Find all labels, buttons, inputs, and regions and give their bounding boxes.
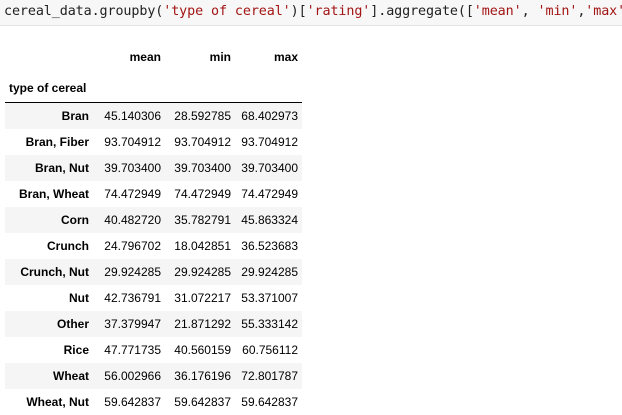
code-cell[interactable]: cereal_data.groupby('type of cereal')['r… xyxy=(0,0,622,26)
cell-mean: 45.140306 xyxy=(104,109,161,123)
table-row: Bran 45.140306 28.592785 68.402973 xyxy=(5,102,302,129)
table-row: Nut 42.736791 31.072217 53.371007 xyxy=(5,285,302,311)
row-label: Other xyxy=(56,317,89,331)
code-prefix: cereal_data.groupby( xyxy=(4,4,164,19)
cell-max: 72.801787 xyxy=(241,369,298,383)
cell-min: 31.072217 xyxy=(174,291,231,305)
cell-min: 74.472949 xyxy=(174,187,231,201)
output-area: mean min max type of cereal Bran 45.14030… xyxy=(5,40,302,415)
code-arg-max: 'max' xyxy=(585,4,622,19)
cell-max: 39.703400 xyxy=(241,161,298,175)
column-header-row: mean min max xyxy=(5,40,302,74)
cell-max: 36.523683 xyxy=(241,239,298,253)
code-arg-column: 'rating' xyxy=(306,4,371,19)
row-label: Crunch xyxy=(47,239,89,253)
cell-min: 18.042851 xyxy=(174,239,231,253)
cell-mean: 93.704912 xyxy=(104,135,161,149)
cell-mean: 74.472949 xyxy=(104,187,161,201)
cell-mean: 37.379947 xyxy=(104,317,161,331)
row-label: Corn xyxy=(61,213,89,227)
index-name-row: type of cereal xyxy=(5,74,302,103)
cell-min: 36.176196 xyxy=(174,369,231,383)
column-header: max xyxy=(273,50,298,64)
cell-min: 29.924285 xyxy=(174,265,231,279)
index-blank xyxy=(95,74,165,103)
cell-max: 29.924285 xyxy=(241,265,298,279)
cell-min: 35.782791 xyxy=(174,213,231,227)
cell-max: 60.756112 xyxy=(242,343,298,357)
cell-mean: 24.796702 xyxy=(104,239,161,253)
cell-max: 74.472949 xyxy=(241,187,298,201)
cell-mean: 56.002966 xyxy=(104,369,161,383)
header-blank xyxy=(5,40,95,74)
row-label: Bran, Wheat xyxy=(18,187,89,201)
table-row: Corn 40.482720 35.782791 45.863324 xyxy=(5,207,302,233)
cell-mean: 59.642837 xyxy=(104,395,161,409)
code-arg-groupby: 'type of cereal' xyxy=(163,4,291,19)
row-label: Bran, Nut xyxy=(35,161,89,175)
cell-mean: 42.736791 xyxy=(104,291,161,305)
cell-min: 93.704912 xyxy=(174,135,231,149)
index-name: type of cereal xyxy=(5,74,95,103)
code-arg-min: 'min' xyxy=(537,4,578,19)
cell-mean: 47.771735 xyxy=(104,343,161,357)
cell-min: 39.703400 xyxy=(174,161,231,175)
row-label: Wheat, Nut xyxy=(26,395,89,409)
row-label: Nut xyxy=(69,291,89,305)
row-label: Wheat xyxy=(53,369,89,383)
table-row: Crunch, Nut 29.924285 29.924285 29.924285 xyxy=(5,259,302,285)
cell-mean: 39.703400 xyxy=(104,161,161,175)
cell-max: 93.704912 xyxy=(241,135,298,149)
row-label: Bran, Fiber xyxy=(25,135,89,149)
cell-max: 68.402973 xyxy=(241,109,298,123)
table-row: Bran, Wheat 74.472949 74.472949 74.472949 xyxy=(5,181,302,207)
column-header: mean xyxy=(129,50,161,64)
cell-min: 59.642837 xyxy=(174,395,231,409)
table-row: Other 37.379947 21.871292 55.333142 xyxy=(5,311,302,337)
row-label: Bran xyxy=(61,109,89,123)
cell-max: 45.863324 xyxy=(241,213,298,227)
cell-min: 40.560159 xyxy=(174,343,231,357)
dataframe-table: mean min max type of cereal Bran 45.14030… xyxy=(5,40,302,415)
table-row: Crunch 24.796702 18.042851 36.523683 xyxy=(5,233,302,259)
cell-min: 28.592785 xyxy=(174,109,231,123)
index-blank xyxy=(235,74,302,103)
column-header: min xyxy=(209,50,231,64)
code-line[interactable]: cereal_data.groupby('type of cereal')['r… xyxy=(4,2,622,22)
code-arg-mean: 'mean' xyxy=(473,4,522,19)
table-row: Wheat, Nut 59.642837 59.642837 59.642837 xyxy=(5,389,302,415)
code-mid-1: )[ xyxy=(290,4,307,19)
table-row: Rice 47.771735 40.560159 60.756112 xyxy=(5,337,302,363)
cell-max: 55.333142 xyxy=(241,317,298,331)
cell-max: 59.642837 xyxy=(241,395,298,409)
table-row: Wheat 56.002966 36.176196 72.801787 xyxy=(5,363,302,389)
index-blank xyxy=(165,74,235,103)
code-sep-1: , xyxy=(521,4,538,19)
cell-mean: 40.482720 xyxy=(104,213,161,227)
cell-mean: 29.924285 xyxy=(104,265,161,279)
row-label: Crunch, Nut xyxy=(20,265,89,279)
table-row: Bran, Fiber 93.704912 93.704912 93.704912 xyxy=(5,129,302,155)
row-label: Rice xyxy=(63,343,89,357)
cell-max: 53.371007 xyxy=(241,291,298,305)
code-mid-2: ].aggregate([ xyxy=(370,4,474,19)
table-row: Bran, Nut 39.703400 39.703400 39.703400 xyxy=(5,155,302,181)
cell-min: 21.871292 xyxy=(174,317,231,331)
